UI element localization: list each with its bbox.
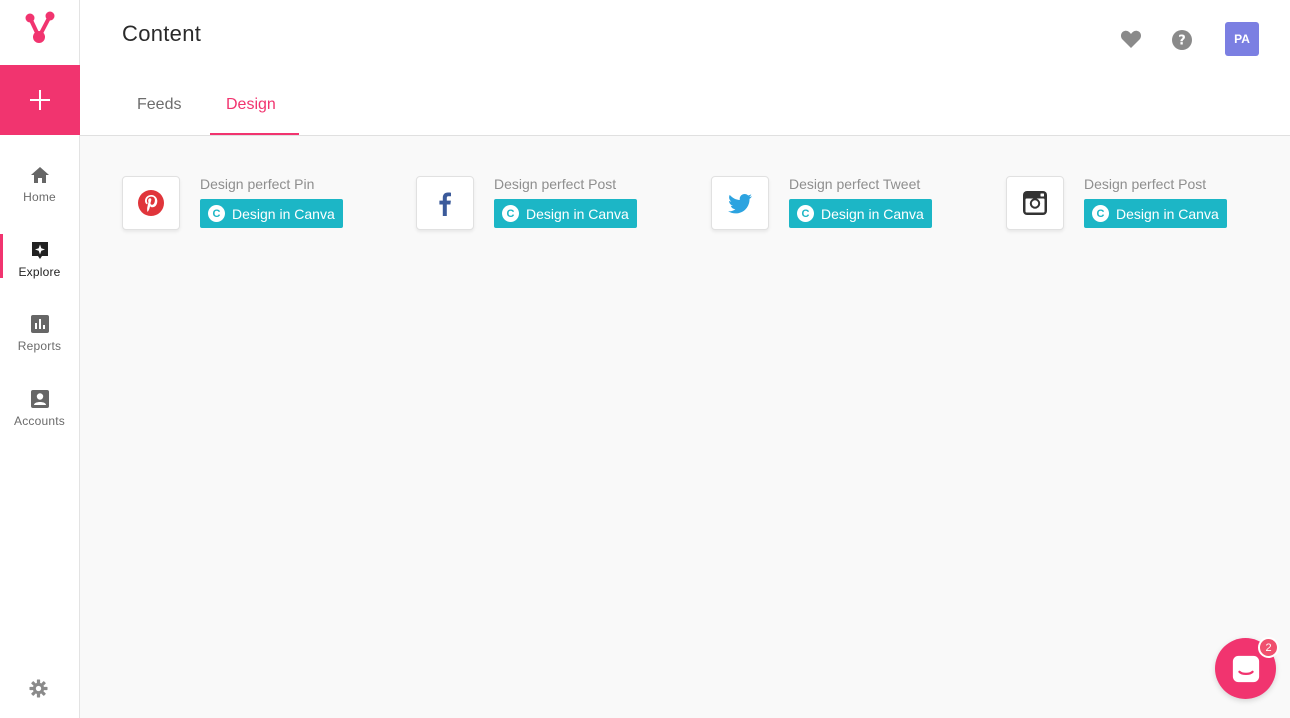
instagram-tile xyxy=(1006,176,1064,230)
design-in-canva-button[interactable]: C Design in Canva xyxy=(1084,199,1227,228)
sidebar-item-home[interactable]: Home xyxy=(0,165,79,225)
brand-logo-icon[interactable] xyxy=(23,10,55,46)
design-in-canva-button[interactable]: C Design in Canva xyxy=(789,199,932,228)
chat-icon xyxy=(1232,655,1259,682)
gear-icon[interactable] xyxy=(29,679,48,698)
canva-icon: C xyxy=(1092,205,1109,222)
account-icon xyxy=(30,390,49,408)
sidebar-item-label: Accounts xyxy=(14,414,65,428)
canva-icon: C xyxy=(208,205,225,222)
card-title: Design perfect Post xyxy=(494,176,617,192)
sidebar-item-label: Explore xyxy=(18,265,61,279)
button-label: Design in Canva xyxy=(821,205,924,222)
button-label: Design in Canva xyxy=(526,205,629,222)
create-button[interactable] xyxy=(0,65,80,135)
sidebar-item-reports[interactable]: Reports xyxy=(0,314,79,374)
sidebar-item-label: Home xyxy=(23,190,56,204)
explore-icon xyxy=(31,242,48,259)
facebook-icon xyxy=(439,192,451,216)
canva-icon: C xyxy=(797,205,814,222)
sidebar-item-accounts[interactable]: Accounts xyxy=(0,389,79,449)
page-title: Content xyxy=(122,21,202,46)
canva-icon: C xyxy=(502,205,519,222)
card-title: Design perfect Tweet xyxy=(789,176,921,192)
tab-design[interactable]: Design xyxy=(226,96,276,114)
tab-feeds[interactable]: Feeds xyxy=(137,96,181,114)
header: Content ? PA Feeds Design xyxy=(80,0,1290,136)
plus-icon xyxy=(30,90,50,110)
design-card-facebook: Design perfect Post C Design in Canva xyxy=(416,176,666,232)
sidebar-item-explore[interactable]: Explore xyxy=(0,234,79,300)
pinterest-tile xyxy=(122,176,180,230)
design-in-canva-button[interactable]: C Design in Canva xyxy=(200,199,343,228)
notification-badge: 2 xyxy=(1258,637,1279,658)
card-title: Design perfect Pin xyxy=(200,176,315,192)
button-label: Design in Canva xyxy=(232,205,335,222)
design-card-twitter: Design perfect Tweet C Design in Canva xyxy=(711,176,961,232)
pinterest-icon xyxy=(138,190,164,216)
bar-chart-icon xyxy=(30,315,49,333)
twitter-tile xyxy=(711,176,769,230)
svg-text:?: ? xyxy=(1178,34,1186,49)
button-label: Design in Canva xyxy=(1116,205,1219,222)
home-icon xyxy=(30,167,49,183)
avatar[interactable]: PA xyxy=(1225,22,1259,56)
facebook-tile xyxy=(416,176,474,230)
sidebar-item-label: Reports xyxy=(17,339,62,353)
design-card-instagram: Design perfect Post C Design in Canva xyxy=(1006,176,1256,232)
card-title: Design perfect Post xyxy=(1084,176,1207,192)
twitter-icon xyxy=(728,194,752,214)
instagram-icon xyxy=(1023,191,1047,215)
design-in-canva-button[interactable]: C Design in Canva xyxy=(494,199,637,228)
heart-icon[interactable] xyxy=(1120,29,1142,49)
sidebar: Home Explore Reports Accounts xyxy=(0,0,80,718)
help-icon[interactable]: ? xyxy=(1171,29,1193,51)
design-card-pinterest: Design perfect Pin C Design in Canva xyxy=(122,176,372,232)
active-tab-indicator xyxy=(210,133,299,135)
